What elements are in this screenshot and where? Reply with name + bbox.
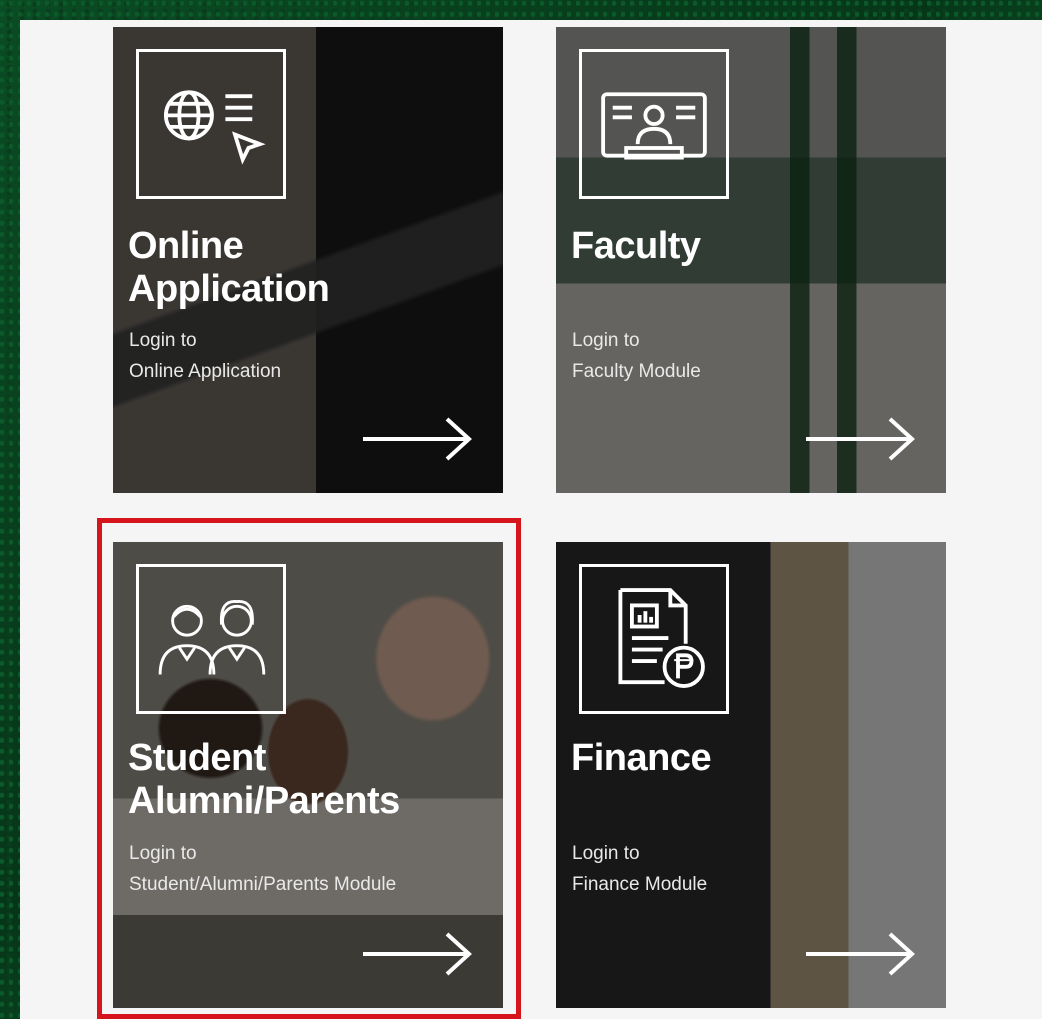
arrow-right-icon[interactable]	[363, 417, 475, 461]
arrow-right-icon[interactable]	[806, 417, 918, 461]
card-subtitle-line2: Online Application	[129, 361, 282, 382]
card-title-line1: Online	[128, 225, 244, 267]
arrow-right-icon[interactable]	[363, 932, 475, 976]
arrow-right-icon[interactable]	[806, 932, 918, 976]
card-subtitle-line1: Login to	[129, 843, 197, 864]
globe-cursor-icon	[136, 49, 286, 199]
report-peso-icon	[579, 564, 729, 714]
online-application-card[interactable]: Online Application Login to Online Appli…	[113, 27, 503, 493]
student-alumni-parents-card[interactable]: Student Alumni/Parents Login to Student/…	[113, 542, 503, 1008]
card-title-line2: Application	[128, 268, 330, 310]
two-people-icon	[136, 564, 286, 714]
card-subtitle-line2: Finance Module	[572, 874, 708, 895]
card-subtitle-line2: Faculty Module	[572, 361, 701, 382]
card-subtitle-line1: Login to	[572, 843, 640, 864]
card-title-line1: Student	[128, 737, 266, 779]
finance-card[interactable]: Finance Login to Finance Module	[556, 542, 946, 1008]
card-subtitle-line1: Login to	[129, 330, 197, 351]
card-title-line1: Faculty	[571, 225, 701, 267]
card-subtitle-line1: Login to	[572, 330, 640, 351]
card-title-line2: Alumni/Parents	[128, 780, 400, 822]
card-title-line1: Finance	[571, 737, 712, 779]
presenter-screen-icon	[579, 49, 729, 199]
faculty-card[interactable]: Faculty Login to Faculty Module	[556, 27, 946, 493]
card-subtitle-line2: Student/Alumni/Parents Module	[129, 874, 397, 895]
